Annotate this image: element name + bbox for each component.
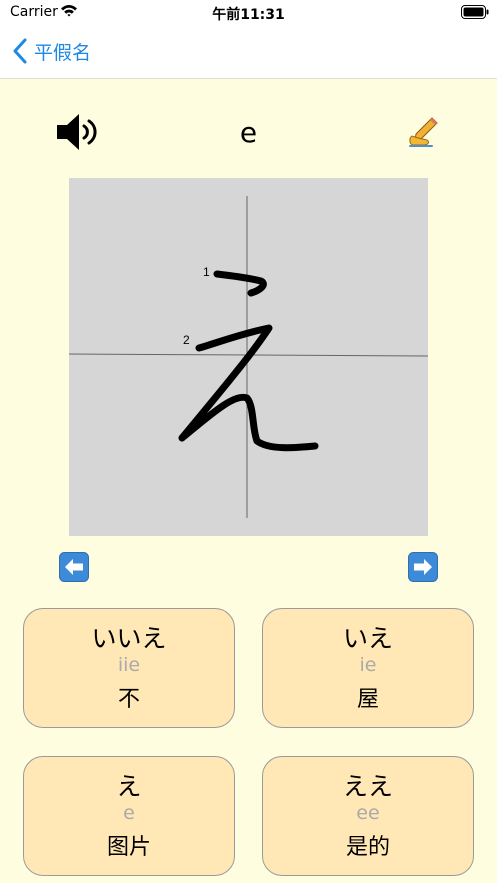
stroke-2 xyxy=(178,324,319,452)
word-card[interactable]: いえ ie 屋 xyxy=(262,608,474,728)
clock-time: 午前11:31 xyxy=(212,7,285,23)
writing-hand-icon xyxy=(409,117,438,147)
word-kana: え xyxy=(116,772,142,801)
next-kana-button[interactable] xyxy=(408,552,438,582)
word-meaning: 屋 xyxy=(356,687,379,712)
right-arrow-icon xyxy=(408,552,438,582)
word-meaning: 是的 xyxy=(345,835,390,860)
write-button[interactable] xyxy=(406,114,442,150)
word-meaning: 不 xyxy=(117,687,140,712)
previous-kana-button[interactable] xyxy=(59,552,89,582)
battery-icon xyxy=(461,5,489,19)
status-bar: Carrier 午前11:31 xyxy=(0,0,497,24)
back-button-label: 平假名 xyxy=(34,41,92,64)
chevron-left-icon xyxy=(13,38,27,64)
word-card[interactable]: ええ ee 是的 xyxy=(262,756,474,876)
word-romaji: ee xyxy=(356,802,380,824)
word-kana: いえ xyxy=(342,624,393,653)
word-kana: いいえ xyxy=(91,624,167,653)
navigation-bar: 平假名 xyxy=(0,24,497,79)
word-meaning: 图片 xyxy=(106,835,151,860)
back-button[interactable]: 平假名 xyxy=(12,36,91,66)
stroke-number-2: 2 xyxy=(183,333,190,347)
stroke-1 xyxy=(213,270,267,297)
stroke-number-1: 1 xyxy=(203,265,210,279)
word-romaji: ie xyxy=(359,654,377,676)
left-arrow-icon xyxy=(59,552,89,582)
word-romaji: iie xyxy=(117,654,141,676)
stroke-order-canvas[interactable]: 1 2 xyxy=(69,178,428,536)
kana-stroke-drawing: 1 2 xyxy=(69,196,428,518)
word-card[interactable]: いいえ iie 不 xyxy=(23,608,235,728)
word-card[interactable]: え e 图片 xyxy=(23,756,235,876)
word-kana: ええ xyxy=(342,772,393,801)
word-romaji: e xyxy=(123,802,135,824)
